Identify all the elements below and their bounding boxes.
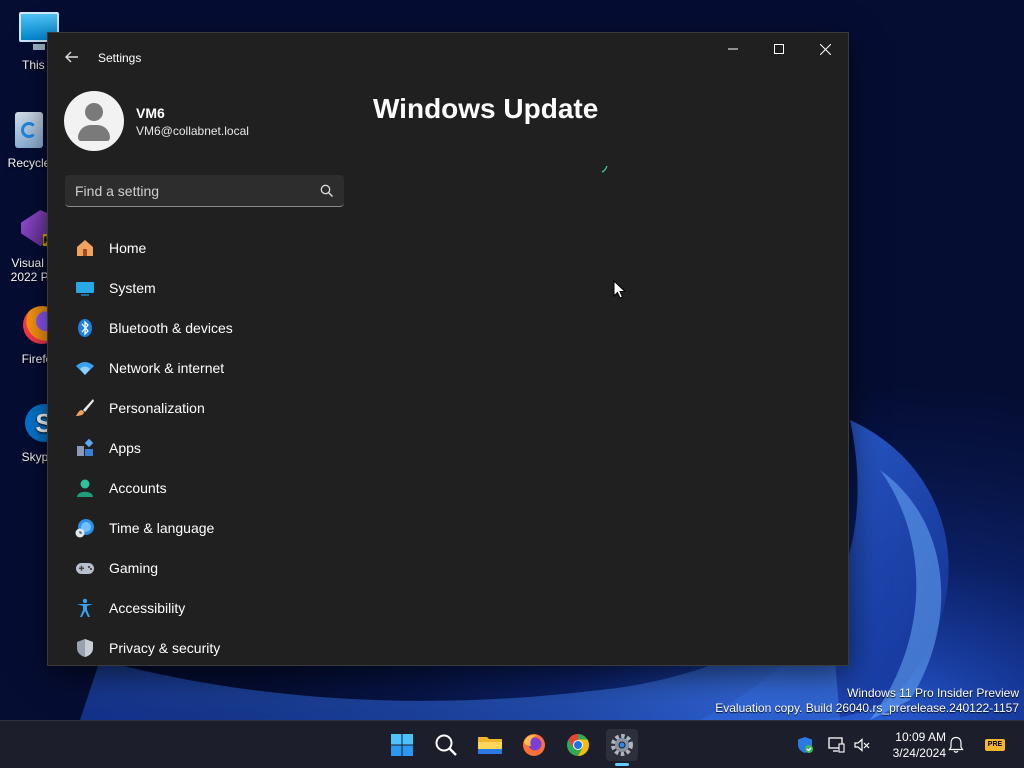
taskbar: 10:09 AM 3/24/2024 PRE: [0, 720, 1024, 768]
nav-label: System: [109, 280, 156, 296]
taskbar-clock[interactable]: 10:09 AM 3/24/2024: [880, 729, 946, 761]
notifications-button[interactable]: [946, 735, 966, 755]
gamepad-icon: [75, 558, 95, 578]
apps-icon: [75, 438, 95, 458]
nav-label: Bluetooth & devices: [109, 320, 233, 336]
nav-label: Accessibility: [109, 600, 186, 616]
avatar: [64, 91, 124, 151]
chrome-icon: [567, 734, 589, 756]
accounts-icon: [75, 478, 95, 498]
start-button[interactable]: [386, 729, 418, 761]
network-tray[interactable]: [826, 735, 846, 755]
taskbar-settings[interactable]: [606, 729, 638, 766]
page-title: Windows Update: [373, 93, 599, 124]
time-language-icon: [75, 518, 95, 538]
security-shield-icon: [798, 737, 813, 753]
nav-label: Personalization: [109, 400, 205, 416]
nav-item-time-language[interactable]: Time & language: [65, 508, 355, 548]
nav-label: Apps: [109, 440, 141, 456]
nav-item-privacy-security[interactable]: Privacy & security: [65, 628, 355, 668]
close-button[interactable]: [802, 33, 848, 65]
watermark-line-1: Windows 11 Pro Insider Preview: [847, 686, 1019, 700]
home-icon: [75, 238, 95, 258]
nav-label: Home: [109, 240, 147, 256]
clock-time: 10:09 AM: [895, 730, 946, 744]
user-name: VM6: [136, 105, 165, 121]
back-arrow-icon: [65, 51, 78, 63]
insider-badge[interactable]: PRE: [984, 735, 1006, 755]
clock-date: 3/24/2024: [892, 746, 946, 760]
search-icon[interactable]: [320, 184, 334, 198]
title-bar[interactable]: Settings: [48, 33, 848, 81]
user-email: VM6@collabnet.local: [136, 124, 249, 138]
volume-tray[interactable]: [852, 735, 872, 755]
nav-item-home[interactable]: Home: [65, 228, 355, 268]
nav-item-accessibility[interactable]: Accessibility: [65, 588, 355, 628]
app-title: Settings: [98, 51, 142, 65]
settings-search-box[interactable]: [65, 175, 344, 207]
file-explorer-icon: [478, 737, 502, 754]
nav-item-network[interactable]: Network & internet: [65, 348, 355, 388]
minimize-button[interactable]: [710, 33, 756, 65]
settings-window: Settings VM6 VM6@collabnet.local Home: [47, 32, 849, 666]
search-input[interactable]: [65, 175, 305, 206]
nav-label: Accounts: [109, 480, 167, 496]
settings-icon: [611, 734, 633, 756]
minimize-icon: [728, 48, 738, 50]
nav-item-apps[interactable]: Apps: [65, 428, 355, 468]
system-icon: [75, 278, 95, 298]
nav-label: Time & language: [109, 520, 215, 536]
back-button[interactable]: [60, 45, 84, 69]
close-icon: [819, 43, 831, 55]
shield-icon: [75, 638, 95, 658]
evaluation-watermark: Windows 11 Pro Insider Preview Evaluatio…: [715, 686, 1019, 716]
user-profile[interactable]: VM6 VM6@collabnet.local: [64, 91, 364, 151]
pre-badge: PRE: [984, 739, 1006, 751]
taskbar-chrome[interactable]: [562, 729, 594, 761]
nav-item-personalization[interactable]: Personalization: [65, 388, 355, 428]
brush-icon: [75, 398, 95, 418]
active-app-indicator: [615, 763, 629, 766]
nav-item-gaming[interactable]: Gaming: [65, 548, 355, 588]
taskbar-firefox[interactable]: [518, 729, 550, 761]
mouse-cursor-icon: [613, 280, 627, 299]
maximize-icon: [774, 44, 784, 54]
nav-item-bluetooth[interactable]: Bluetooth & devices: [65, 308, 355, 348]
taskbar-file-explorer[interactable]: [474, 729, 506, 761]
watermark-line-2: Evaluation copy. Build 26040.rs_prerelea…: [715, 701, 1019, 715]
bluetooth-icon: [75, 318, 95, 338]
windows-security-tray[interactable]: [795, 735, 815, 755]
recycle-bin-icon: [7, 108, 51, 152]
nav-item-system[interactable]: System: [65, 268, 355, 308]
maximize-button[interactable]: [756, 33, 802, 65]
nav-label: Network & internet: [109, 360, 225, 376]
firefox-icon: [523, 734, 545, 756]
wifi-icon: [75, 358, 95, 378]
network-monitor-icon: [828, 737, 845, 753]
bell-icon: [948, 736, 964, 753]
nav-label: Gaming: [109, 560, 159, 576]
nav-item-accounts[interactable]: Accounts: [65, 468, 355, 508]
accessibility-icon: [75, 598, 95, 618]
nav-label: Privacy & security: [109, 640, 221, 656]
search-icon: [435, 734, 457, 756]
start-icon: [391, 734, 413, 756]
taskbar-search-button[interactable]: [430, 729, 462, 761]
settings-nav: Home System Bluetooth & devices Network …: [65, 228, 355, 668]
loading-spinner-icon: [601, 165, 608, 173]
volume-muted-icon: [854, 738, 870, 752]
